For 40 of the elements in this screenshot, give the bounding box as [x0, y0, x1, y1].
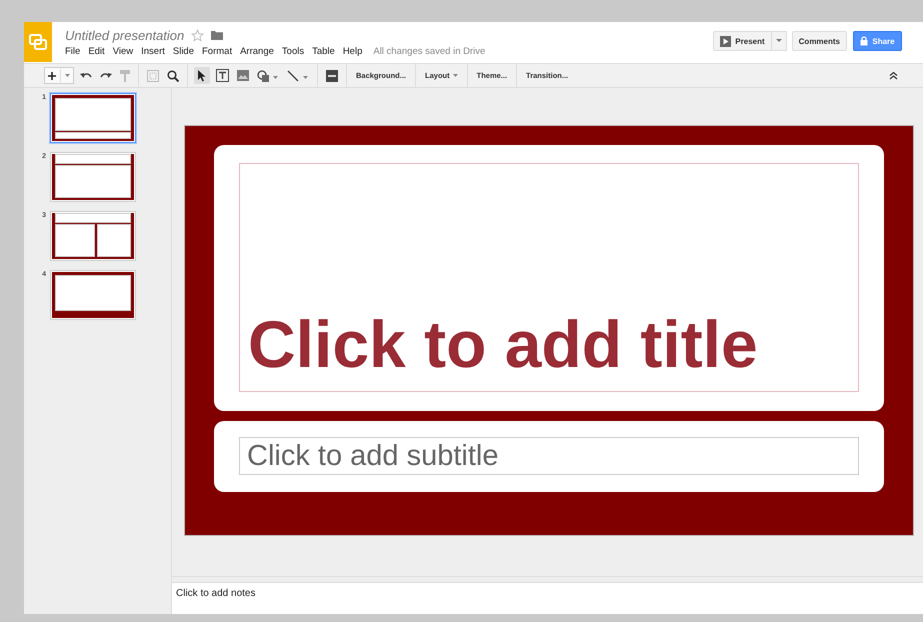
slide-thumbnail[interactable]: [50, 93, 136, 143]
plus-icon: [48, 72, 56, 80]
select-tool-button[interactable]: [194, 67, 210, 84]
save-status: All changes saved in Drive: [373, 46, 486, 57]
collapse-icon[interactable]: [889, 71, 898, 80]
new-slide-button[interactable]: [44, 67, 74, 84]
menu-item[interactable]: Arrange: [240, 46, 274, 57]
present-button[interactable]: Present: [713, 31, 772, 51]
zoom-icon[interactable]: [167, 70, 179, 82]
menu-item[interactable]: Format: [202, 46, 232, 57]
pointer-icon: [198, 70, 206, 82]
caret-icon: [776, 39, 782, 43]
present-dropdown-button[interactable]: [772, 31, 787, 51]
star-icon[interactable]: [191, 28, 204, 42]
menu-item[interactable]: Slide: [172, 46, 194, 57]
menu-item[interactable]: Table: [312, 46, 335, 57]
play-icon: [720, 36, 732, 46]
caret-icon: [65, 74, 70, 77]
slide-thumbnail[interactable]: [50, 211, 136, 261]
slide-thumbnail[interactable]: [50, 152, 136, 202]
title-placeholder[interactable]: Click to add title: [239, 163, 859, 392]
redo-icon[interactable]: [100, 70, 112, 80]
subtitle-placeholder[interactable]: Click to add subtitle: [239, 437, 859, 475]
text-box-icon[interactable]: [216, 69, 229, 82]
shape-icon[interactable]: [257, 70, 279, 82]
menu-item[interactable]: Help: [342, 46, 362, 57]
line-icon[interactable]: [287, 70, 309, 82]
folder-icon[interactable]: [211, 30, 224, 40]
comments-button[interactable]: Comments: [792, 31, 847, 51]
slide-thumbnail[interactable]: [50, 270, 136, 320]
menu-item[interactable]: File: [65, 46, 80, 57]
document-title[interactable]: Untitled presentation: [65, 28, 184, 42]
menu-item[interactable]: View: [112, 46, 134, 57]
menu-item[interactable]: Insert: [141, 46, 165, 57]
lock-icon: [860, 36, 868, 46]
image-icon[interactable]: [237, 70, 249, 81]
menu-item[interactable]: Tools: [282, 46, 304, 57]
caret-icon: [452, 74, 458, 77]
menu-item[interactable]: Edit: [88, 46, 105, 57]
undo-icon[interactable]: [80, 70, 92, 80]
